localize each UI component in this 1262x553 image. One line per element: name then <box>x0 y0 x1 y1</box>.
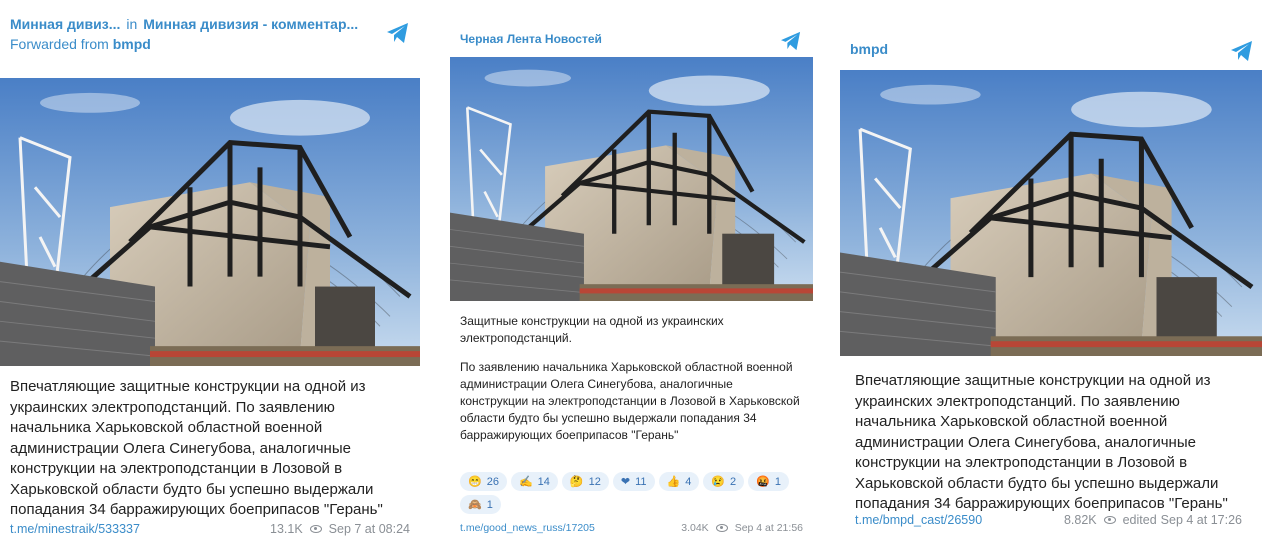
post-photo[interactable] <box>840 70 1262 356</box>
post-link[interactable]: t.me/minestraik/533337 <box>10 522 140 536</box>
telegram-logo-icon[interactable] <box>780 31 802 51</box>
post-meta: 3.04K Sep 4 at 21:56 <box>681 522 803 534</box>
post-date[interactable]: Sep 4 at 17:26 <box>1161 513 1242 527</box>
reaction-count: 1 <box>486 498 493 511</box>
reaction-count: 14 <box>537 475 550 488</box>
reaction-emoji: 🤔 <box>569 476 584 488</box>
post-meta: 8.82K edited Sep 4 at 17:26 <box>1064 513 1242 527</box>
reaction-count: 2 <box>730 475 737 488</box>
reaction-count: 1 <box>774 475 781 488</box>
eye-icon <box>309 525 322 533</box>
reaction-chip[interactable]: 😁 26 <box>460 472 507 491</box>
post-footer: t.me/bmpd_cast/26590 8.82K edited Sep 4 … <box>855 513 1242 527</box>
reaction-chip[interactable]: 🤔 12 <box>561 472 609 491</box>
reaction-emoji: ❤ <box>620 476 631 488</box>
caption-text: Впечатляющие защитные конструкции на одн… <box>855 372 1228 512</box>
post-meta: 13.1K Sep 7 at 08:24 <box>270 522 410 536</box>
channel-name[interactable]: Минная дивиз... <box>10 16 120 32</box>
reaction-emoji: 👍 <box>666 476 681 488</box>
forwarded-source[interactable]: bmpd <box>113 36 151 52</box>
forwarded-prefix: Forwarded from <box>10 36 109 52</box>
reaction-count: 12 <box>588 475 601 488</box>
reaction-emoji: ✍ <box>518 476 533 488</box>
in-label: in <box>126 16 138 32</box>
reaction-count: 4 <box>685 475 692 488</box>
view-count: 3.04K <box>681 522 709 534</box>
forwarded-line: Forwarded from bmpd <box>10 36 410 52</box>
view-count: 13.1K <box>270 522 303 536</box>
post-link[interactable]: t.me/good_news_russ/17205 <box>460 522 595 534</box>
channel-name[interactable]: bmpd <box>850 41 888 57</box>
post-date[interactable]: Sep 7 at 08:24 <box>329 522 410 536</box>
post-footer: t.me/good_news_russ/17205 3.04K Sep 4 at… <box>460 522 803 534</box>
telegram-logo-icon[interactable] <box>1230 40 1254 62</box>
edited-label: edited <box>1122 513 1157 527</box>
eye-icon <box>1103 516 1116 524</box>
caption-text: Впечатляющие защитные конструкции на одн… <box>10 378 383 518</box>
reactions-bar: 😁 26 ✍ 14 🤔 12 ❤ 11 👍 4 😢 2 🤬 1 🙈 1 <box>460 472 803 514</box>
post-header: Черная Лента Новостей <box>460 24 803 46</box>
group-name[interactable]: Минная дивизия - комментар... <box>143 16 358 32</box>
reaction-chip[interactable]: ✍ 14 <box>510 472 558 491</box>
post-photo[interactable] <box>0 78 420 366</box>
post-footer: t.me/minestraik/533337 13.1K Sep 7 at 08… <box>10 522 410 536</box>
reaction-emoji: 😁 <box>468 476 482 488</box>
reaction-count: 11 <box>635 475 647 488</box>
caption-paragraph-2: По заявлению начальника Харьковской обла… <box>460 360 800 442</box>
caption-paragraph-1: Защитные конструкции на одной из украинс… <box>460 314 724 345</box>
telegram-logo-icon[interactable] <box>386 22 410 44</box>
channel-name[interactable]: Черная Лента Новостей <box>460 32 602 46</box>
post-header: bmpd <box>850 32 1252 57</box>
reaction-count: 26 <box>486 475 499 488</box>
post-card-3: bmpd Впечатляющие защитные конструкции н… <box>840 32 1262 537</box>
post-caption: Защитные конструкции на одной из украинс… <box>460 313 803 456</box>
post-card-1: Минная дивиз... in Минная дивизия - комм… <box>0 16 420 548</box>
reaction-chip[interactable]: 🙈 1 <box>460 495 501 514</box>
reaction-chip[interactable]: 🤬 1 <box>748 472 789 491</box>
reaction-chip[interactable]: 👍 4 <box>658 472 700 491</box>
post-date[interactable]: Sep 4 at 21:56 <box>735 522 803 534</box>
post-header: Минная дивиз... in Минная дивизия - комм… <box>10 16 410 52</box>
reaction-chip[interactable]: 😢 2 <box>703 472 745 491</box>
post-photo[interactable] <box>450 57 813 301</box>
eye-icon <box>715 524 728 532</box>
reaction-emoji: 😢 <box>711 476 726 488</box>
post-link[interactable]: t.me/bmpd_cast/26590 <box>855 513 982 527</box>
reaction-emoji: 🙈 <box>468 499 482 511</box>
post-caption: Впечатляющие защитные конструкции на одн… <box>10 377 410 533</box>
post-card-2: Черная Лента Новостей Защитные конструкц… <box>450 24 813 542</box>
reaction-chip[interactable]: ❤ 11 <box>612 472 655 491</box>
post-caption: Впечатляющие защитные конструкции на одн… <box>855 371 1252 527</box>
view-count: 8.82K <box>1063 513 1097 527</box>
reaction-emoji: 🤬 <box>756 476 770 488</box>
